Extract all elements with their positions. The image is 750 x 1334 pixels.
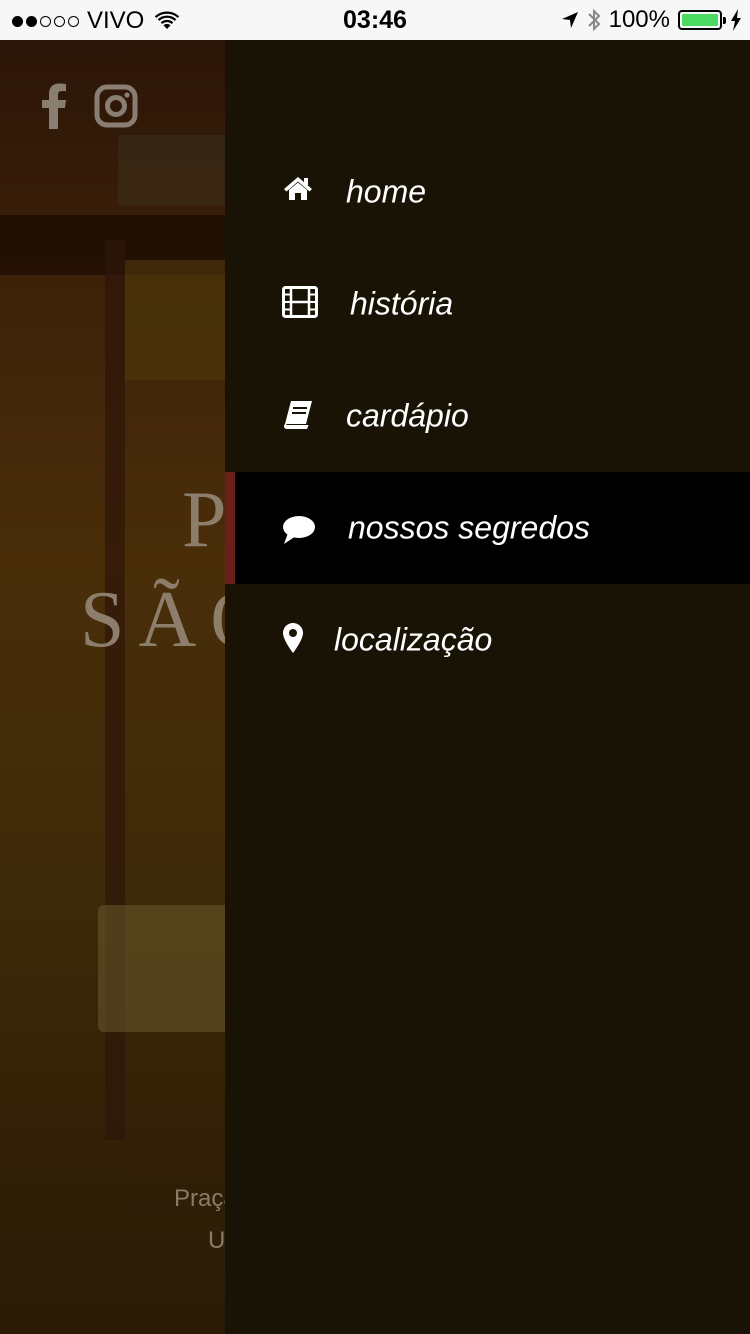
menu-item-historia[interactable]: história xyxy=(225,248,750,360)
social-links xyxy=(40,83,138,129)
instagram-icon[interactable] xyxy=(94,84,138,128)
menu-item-label: localização xyxy=(334,621,493,658)
battery-percentage: 100% xyxy=(608,6,670,33)
bluetooth-icon xyxy=(587,8,601,32)
background-sign xyxy=(118,135,226,205)
menu-item-cardapio[interactable]: cardápio xyxy=(225,360,750,472)
home-icon xyxy=(283,175,313,201)
menu-item-nossos-segredos[interactable]: nossos segredos xyxy=(225,472,750,584)
menu-item-localizacao[interactable]: localização xyxy=(225,584,750,696)
book-icon xyxy=(282,400,314,430)
menu-item-label: história xyxy=(350,285,454,322)
status-right: 100% xyxy=(561,6,742,34)
battery-icon xyxy=(678,10,726,30)
status-bar: VIVO 03:46 100% xyxy=(0,0,750,40)
facebook-icon[interactable] xyxy=(40,83,68,129)
menu-list: home história cardápio nossos segredos l… xyxy=(225,136,750,696)
background-button[interactable] xyxy=(98,905,238,1032)
background-panel xyxy=(125,260,230,380)
map-marker-icon xyxy=(283,623,303,653)
menu-item-label: home xyxy=(346,173,427,210)
film-icon xyxy=(282,286,318,318)
side-drawer-menu: home história cardápio nossos segredos l… xyxy=(225,40,750,1334)
charging-bolt-icon xyxy=(731,9,741,31)
menu-item-home[interactable]: home xyxy=(225,136,750,248)
menu-item-label: nossos segredos xyxy=(348,509,590,546)
comment-icon xyxy=(282,515,316,545)
location-arrow-icon xyxy=(561,12,578,28)
menu-item-label: cardápio xyxy=(346,397,469,434)
